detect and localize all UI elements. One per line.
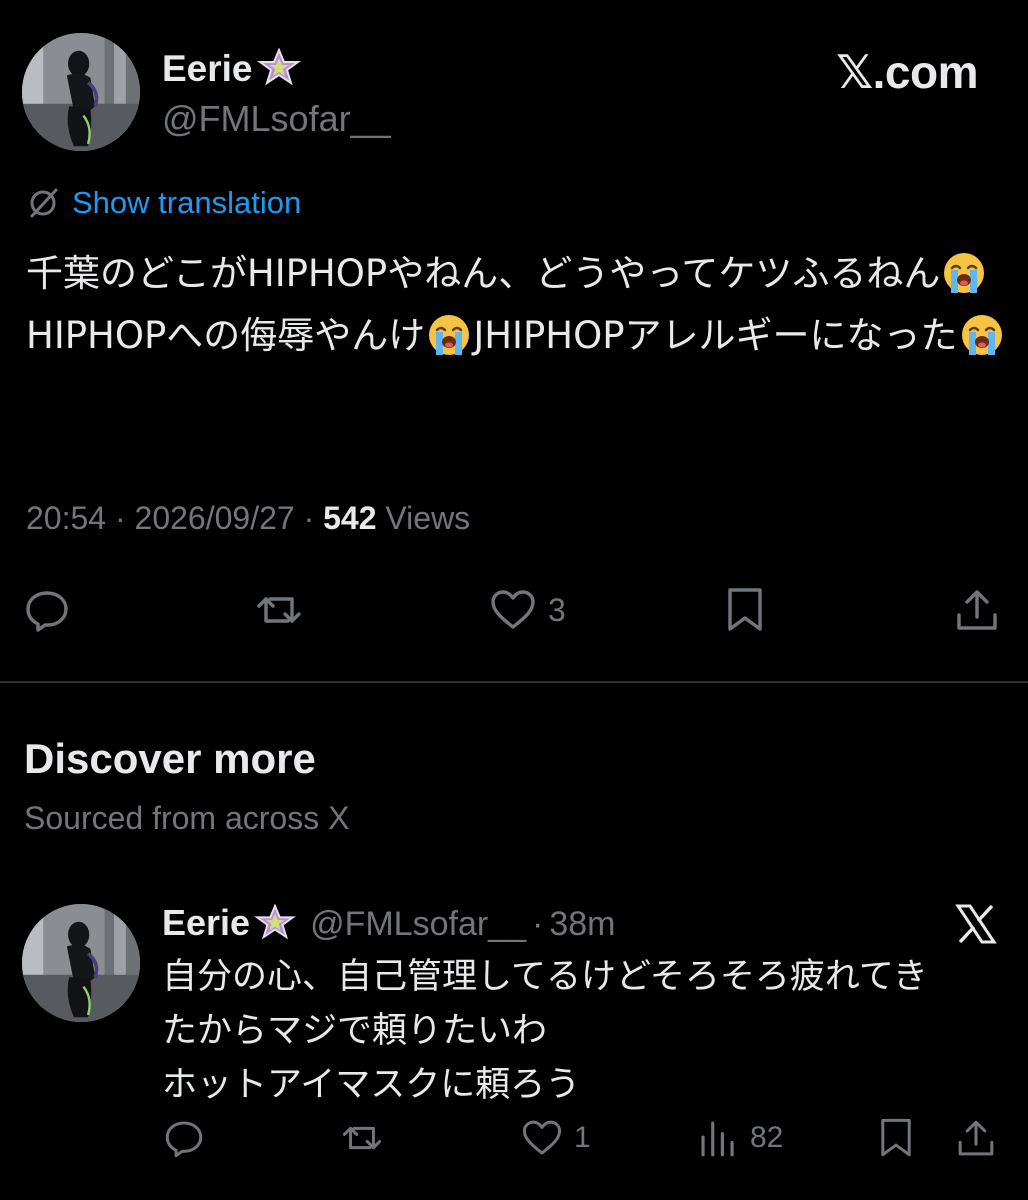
bookmark-icon xyxy=(881,1118,911,1157)
section-divider xyxy=(0,681,1028,683)
bookmark-button[interactable] xyxy=(874,1116,918,1160)
like-count: 1 xyxy=(574,1121,591,1154)
post-text-line: たからマジで頼りたいわ xyxy=(162,1011,548,1051)
translate-row[interactable]: Show translation xyxy=(26,185,301,221)
post-text-line: 自分の心、自己管理してるけどそろそろ疲れてき xyxy=(162,957,928,997)
avatar[interactable] xyxy=(22,33,140,151)
views-count: 542 xyxy=(323,500,377,536)
author-display-name[interactable]: Eerie xyxy=(162,902,296,944)
heart-icon xyxy=(522,1120,562,1155)
repost-button[interactable] xyxy=(254,585,304,635)
show-translation-link[interactable]: Show translation xyxy=(72,185,301,221)
bookmark-button[interactable] xyxy=(720,585,770,635)
loudly-crying-face-emoji xyxy=(961,315,1002,355)
reply-icon xyxy=(26,591,68,632)
author-handle[interactable]: @FMLsofar__ xyxy=(310,905,526,944)
recommended-post-header: Eerie @FMLsofar__ · 38m xyxy=(162,902,615,944)
like-count: 3 xyxy=(548,591,566,628)
main-post: Eerie @FMLsofar__ 𝕏.com Show translation… xyxy=(0,0,1028,682)
share-icon xyxy=(957,590,997,630)
like-button[interactable]: 3 xyxy=(488,585,566,635)
bookmark-icon xyxy=(728,588,762,631)
author-name-text: Eerie xyxy=(162,48,253,89)
like-button[interactable]: 1 xyxy=(520,1116,591,1160)
bar-chart-icon xyxy=(701,1121,734,1157)
author-handle[interactable]: @FMLsofar__ xyxy=(162,98,391,140)
post-date[interactable]: 2026/09/27 xyxy=(135,500,295,536)
reply-button[interactable] xyxy=(162,1116,206,1160)
loudly-crying-face-emoji xyxy=(429,315,470,355)
heart-icon xyxy=(491,590,535,629)
discover-more-subtitle: Sourced from across X xyxy=(24,800,350,836)
meta-separator: · xyxy=(303,500,315,536)
recommended-post[interactable]: Eerie @FMLsofar__ · 38m 自分の心、自己管理してるけどそろ… xyxy=(0,890,1028,1200)
reply-button[interactable] xyxy=(22,585,72,635)
post-text: 千葉のどこがHIPHOPやねん、どうやってケツふるねん HIPHOPへの侮辱やんけ… xyxy=(26,243,1011,367)
x-com-watermark: 𝕏.com xyxy=(836,46,978,98)
author-name-text: Eerie xyxy=(162,902,251,943)
repost-icon xyxy=(342,1126,382,1150)
post-text-segment: 千葉のどこがHIPHOPやねん、どうやってケツふるねん xyxy=(26,252,941,295)
post-time[interactable]: 20:54 xyxy=(26,500,106,536)
post-text-line: ホットアイマスクに頼ろう xyxy=(162,1065,581,1105)
author-display-name[interactable]: Eerie xyxy=(162,48,301,90)
avatar-image xyxy=(22,33,140,151)
views-button[interactable]: 82 xyxy=(696,1116,783,1160)
share-icon xyxy=(958,1120,994,1156)
share-button[interactable] xyxy=(954,1116,998,1160)
meta-separator: · xyxy=(532,905,544,943)
loudly-crying-face-emoji xyxy=(944,253,985,293)
post-text-segment: HIPHOPへの侮辱やんけ xyxy=(26,314,426,357)
star-icon xyxy=(256,48,301,86)
recommended-post-actions: 1 82 xyxy=(0,1116,1028,1166)
views-count: 82 xyxy=(750,1121,784,1154)
no-translation-icon xyxy=(30,188,58,218)
recommended-post-text: 自分の心、自己管理してるけどそろそろ疲れてき たからマジで頼りたいわ ホットアイ… xyxy=(162,950,1002,1112)
repost-icon xyxy=(257,597,301,623)
discover-more-heading: Discover more xyxy=(24,735,316,782)
star-icon xyxy=(254,904,296,940)
post-time[interactable]: 38m xyxy=(549,905,615,944)
post-meta: 20:54 · 2026/09/27 · 542 Views xyxy=(26,500,470,537)
meta-separator: · xyxy=(114,500,126,536)
views-label: Views xyxy=(385,500,471,536)
post-actions: 3 xyxy=(0,585,1028,641)
avatar-image xyxy=(22,904,140,1022)
reply-icon xyxy=(165,1121,203,1158)
x-logo-icon xyxy=(955,904,997,944)
post-text-segment: JHIPHOPアレルギーになった xyxy=(473,314,958,357)
avatar[interactable] xyxy=(22,904,140,1022)
repost-button[interactable] xyxy=(340,1116,384,1160)
share-button[interactable] xyxy=(952,585,1002,635)
